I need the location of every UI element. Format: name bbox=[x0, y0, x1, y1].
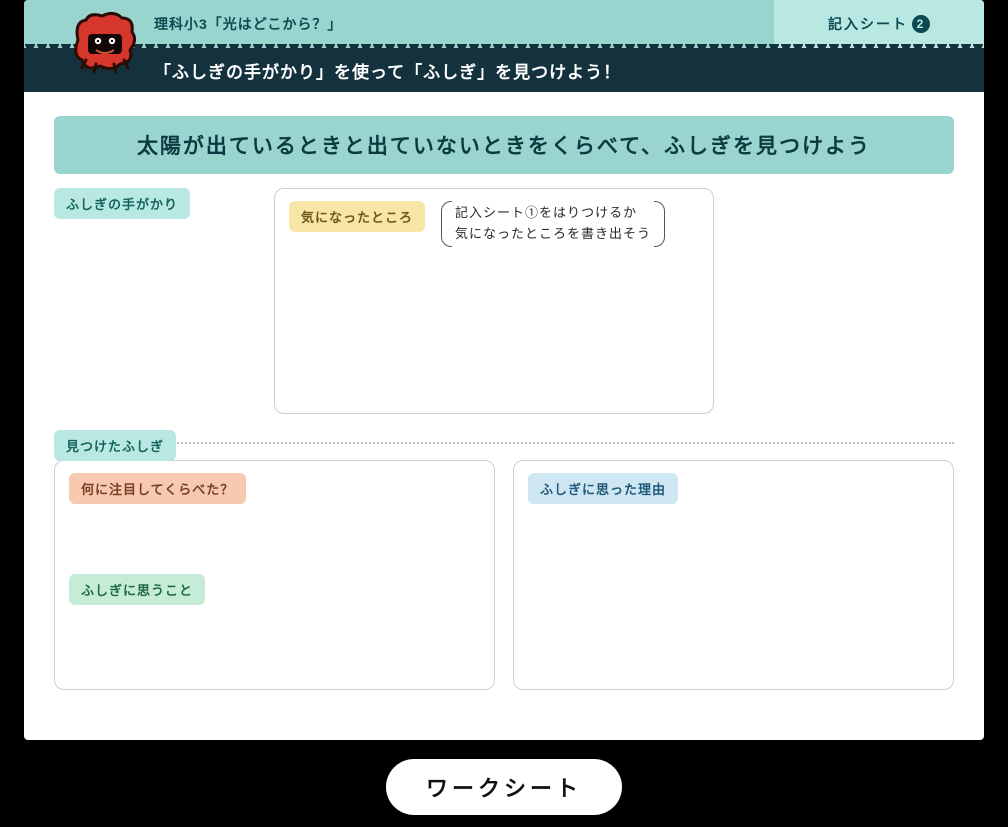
sheet-badge: 記入シート 2 bbox=[774, 0, 984, 48]
reason-box[interactable]: ふしぎに思った理由 bbox=[513, 460, 954, 690]
found-divider: 見つけたふしぎ bbox=[54, 432, 954, 450]
reason-tag: ふしぎに思った理由 bbox=[528, 473, 678, 504]
course-title: 理科小3「光はどこから？」 bbox=[154, 14, 342, 34]
dotted-line bbox=[54, 442, 954, 444]
sheet-label: 記入シート bbox=[828, 14, 908, 34]
noticed-hint-line1: 記入シート①をはりつけるか bbox=[455, 203, 651, 224]
clue-tag: ふしぎの手がかり bbox=[54, 188, 190, 219]
noticed-box[interactable]: 気になったところ 記入シート①をはりつけるか 気になったところを書き出そう bbox=[274, 188, 714, 414]
row-clue-and-box: ふしぎの手がかり 気になったところ 記入シート①をはりつけるか 気になったところ… bbox=[54, 188, 954, 414]
worksheet-button[interactable]: ワークシート bbox=[386, 759, 622, 815]
main-prompt: 太陽が出ているときと出ていないときをくらべて、ふしぎを見つけよう bbox=[54, 116, 954, 174]
noticed-tag: 気になったところ bbox=[289, 201, 425, 232]
clue-column: ふしぎの手がかり bbox=[54, 188, 264, 414]
compare-box[interactable]: 何に注目してくらべた？ ふしぎに思うこと bbox=[54, 460, 495, 690]
compare-q1-tag: 何に注目してくらべた？ bbox=[69, 473, 246, 504]
row-two-boxes: 何に注目してくらべた？ ふしぎに思うこと ふしぎに思った理由 bbox=[54, 460, 954, 690]
header-bar: 理科小3「光はどこから？」 記入シート 2 bbox=[24, 0, 984, 48]
sub-banner: 「ふしぎの手がかり」を使って「ふしぎ」を見つけよう！ bbox=[24, 48, 984, 92]
sheet-number: 2 bbox=[912, 15, 930, 33]
compare-q2-tag: ふしぎに思うこと bbox=[69, 574, 205, 605]
noticed-hint: 記入シート①をはりつけるか 気になったところを書き出そう bbox=[441, 201, 665, 247]
found-tag: 見つけたふしぎ bbox=[54, 430, 176, 461]
mascot-icon bbox=[68, 10, 140, 74]
sub-banner-text: 「ふしぎの手がかり」を使って「ふしぎ」を見つけよう！ bbox=[154, 58, 621, 83]
content-area: 太陽が出ているときと出ていないときをくらべて、ふしぎを見つけよう ふしぎの手がか… bbox=[24, 92, 984, 710]
worksheet-page: 理科小3「光はどこから？」 記入シート 2 「ふしぎの手がかり」を使って「ふしぎ… bbox=[24, 0, 984, 740]
noticed-hint-line2: 気になったところを書き出そう bbox=[455, 224, 651, 245]
